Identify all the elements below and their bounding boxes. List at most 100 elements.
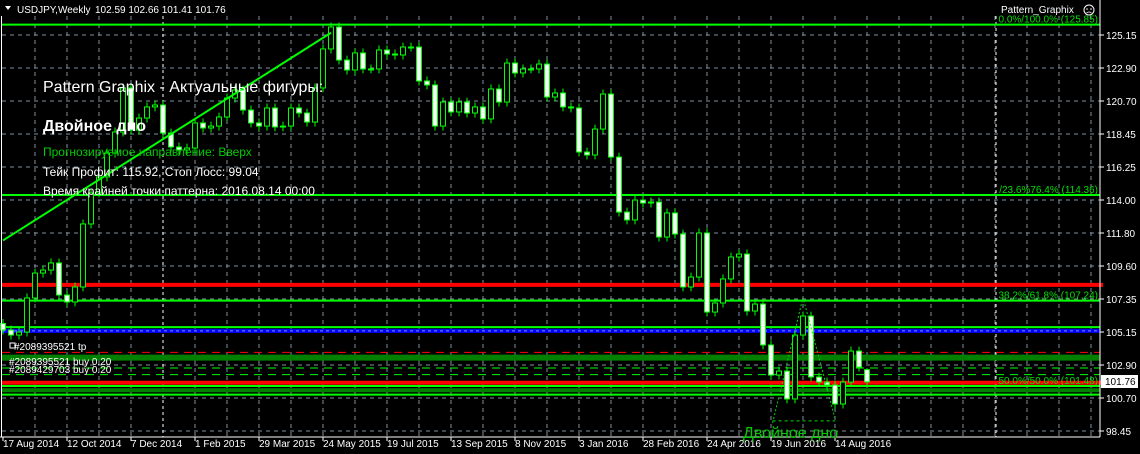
- price-tick-label: 105.15: [1106, 328, 1137, 339]
- candle-bear: [256, 122, 262, 127]
- candle-bear: [248, 109, 254, 124]
- price-tick-label: 107.35: [1106, 295, 1137, 306]
- price-tick-label: 111.80: [1106, 229, 1136, 240]
- time-tick-label: 13 Sep 2015: [451, 439, 508, 450]
- candle-bear: [56, 262, 62, 296]
- candle-bull: [408, 46, 414, 49]
- symbol-title: USDJPY,Weekly: [17, 5, 91, 16]
- candle-bull: [376, 49, 382, 70]
- candle-bull: [848, 350, 854, 383]
- candle-bull: [792, 334, 798, 400]
- candle-bear: [496, 88, 502, 103]
- candle-bull: [472, 106, 478, 114]
- time-tick-label: 17 Aug 2014: [3, 439, 60, 450]
- candle-bear: [360, 52, 366, 70]
- pattern-label: Двойное дно: [743, 425, 838, 442]
- candle-bull: [776, 370, 782, 376]
- candle-bull: [536, 63, 542, 70]
- time-tick-label: 12 Oct 2014: [67, 439, 122, 450]
- price-tick-label: 116.25: [1106, 163, 1136, 174]
- fibo-level-label: /23.6%76.4% (114.36): [999, 185, 1098, 196]
- order-buy-label[interactable]: #2089429703 buy 0.20: [9, 365, 112, 376]
- price-tick-label: 122.90: [1106, 64, 1137, 75]
- candle-bear: [576, 107, 582, 153]
- time-tick-label: 29 Mar 2015: [259, 439, 316, 450]
- time-tick-label: 19 Jul 2015: [387, 439, 439, 450]
- candle-bull: [288, 107, 294, 127]
- candle-bear: [864, 369, 870, 383]
- overlay-targets: Тейк Профит: 115.92, Стоп Лосс: 99.04: [43, 165, 259, 179]
- candle-bear: [200, 122, 206, 129]
- candle-bear: [448, 101, 454, 113]
- candle-bear: [304, 112, 310, 123]
- overlay-pattern-time: Время крайней точки паттерна: 2016.08.14…: [43, 184, 315, 198]
- candle-bull: [752, 303, 758, 312]
- fibo-level-label: 38.2%/61.8% (107.24): [998, 291, 1098, 302]
- candle-bear: [784, 370, 790, 400]
- candle-bear: [416, 46, 422, 82]
- candle-bear: [64, 294, 70, 303]
- candle-bull: [208, 125, 214, 129]
- candle-bear: [344, 59, 350, 71]
- candle-bull: [552, 92, 558, 98]
- order-tp-label[interactable]: #2089395521 tp: [14, 342, 87, 353]
- price-tick-label: 125.15: [1106, 31, 1137, 42]
- candle-bull: [664, 212, 670, 238]
- price-chart[interactable]: 125.15 122.90 120.70 118.45 116.25 114.00 111.…: [0, 0, 1140, 454]
- candle-bull: [40, 269, 46, 274]
- candle-bear: [608, 93, 614, 158]
- overlay-pattern-name: Двойное дно: [43, 118, 146, 135]
- candle-bear: [624, 211, 630, 221]
- candle-bear: [856, 350, 862, 368]
- candle-bear: [616, 156, 622, 213]
- candle-bull: [328, 26, 334, 50]
- candle-bear: [336, 26, 342, 61]
- candle-bull: [504, 62, 510, 103]
- candle-bear: [424, 80, 430, 86]
- candle-bull: [16, 331, 22, 336]
- candle-bull: [144, 106, 150, 119]
- candle-bull: [488, 88, 494, 120]
- candle-bear: [560, 92, 566, 108]
- time-tick-label: 24 May 2015: [323, 439, 381, 450]
- candle-bull: [264, 107, 270, 127]
- candle-bear: [680, 233, 686, 288]
- time-tick-label: 3 Jan 2016: [579, 439, 629, 450]
- candle-bull: [24, 297, 30, 333]
- candle-bear: [464, 101, 470, 114]
- candle-bull: [528, 68, 534, 71]
- candle-bear: [808, 315, 814, 378]
- candle-bull: [32, 272, 38, 299]
- candle-bull: [712, 302, 718, 313]
- candle-bear: [816, 376, 822, 383]
- candle-bull: [648, 201, 654, 204]
- candle-bull: [800, 315, 806, 336]
- candle-bear: [568, 106, 574, 109]
- time-tick-label: 7 Dec 2014: [131, 439, 183, 450]
- candle-bull: [152, 104, 158, 108]
- candle-bull: [216, 116, 222, 127]
- candle-bull: [840, 381, 846, 405]
- candle-bear: [512, 62, 518, 74]
- candle-bear: [432, 84, 438, 127]
- candle-bull: [632, 199, 638, 221]
- overlay-direction: Прогнозируемое направление: Вверх: [43, 145, 252, 159]
- current-price: 101.76: [1105, 377, 1136, 388]
- time-tick-label: 14 Aug 2016: [835, 439, 892, 450]
- candle-bull: [600, 93, 606, 130]
- candle-bear: [656, 201, 662, 238]
- price-tick-label: 98.45: [1106, 427, 1131, 438]
- candle-bear: [768, 344, 774, 376]
- price-tick-label: 100.70: [1106, 394, 1137, 405]
- candle-bull: [440, 101, 446, 127]
- time-tick-label: 8 Nov 2015: [515, 439, 567, 450]
- candle-bear: [640, 199, 646, 204]
- candle-bull: [728, 256, 734, 280]
- candle-bull: [736, 253, 742, 258]
- candle-bull: [80, 223, 86, 288]
- candle-bear: [160, 104, 166, 134]
- candle-bull: [352, 52, 358, 71]
- candle-bear: [480, 106, 486, 120]
- candle-bull: [696, 232, 702, 278]
- price-tick-label: 114.00: [1106, 196, 1136, 207]
